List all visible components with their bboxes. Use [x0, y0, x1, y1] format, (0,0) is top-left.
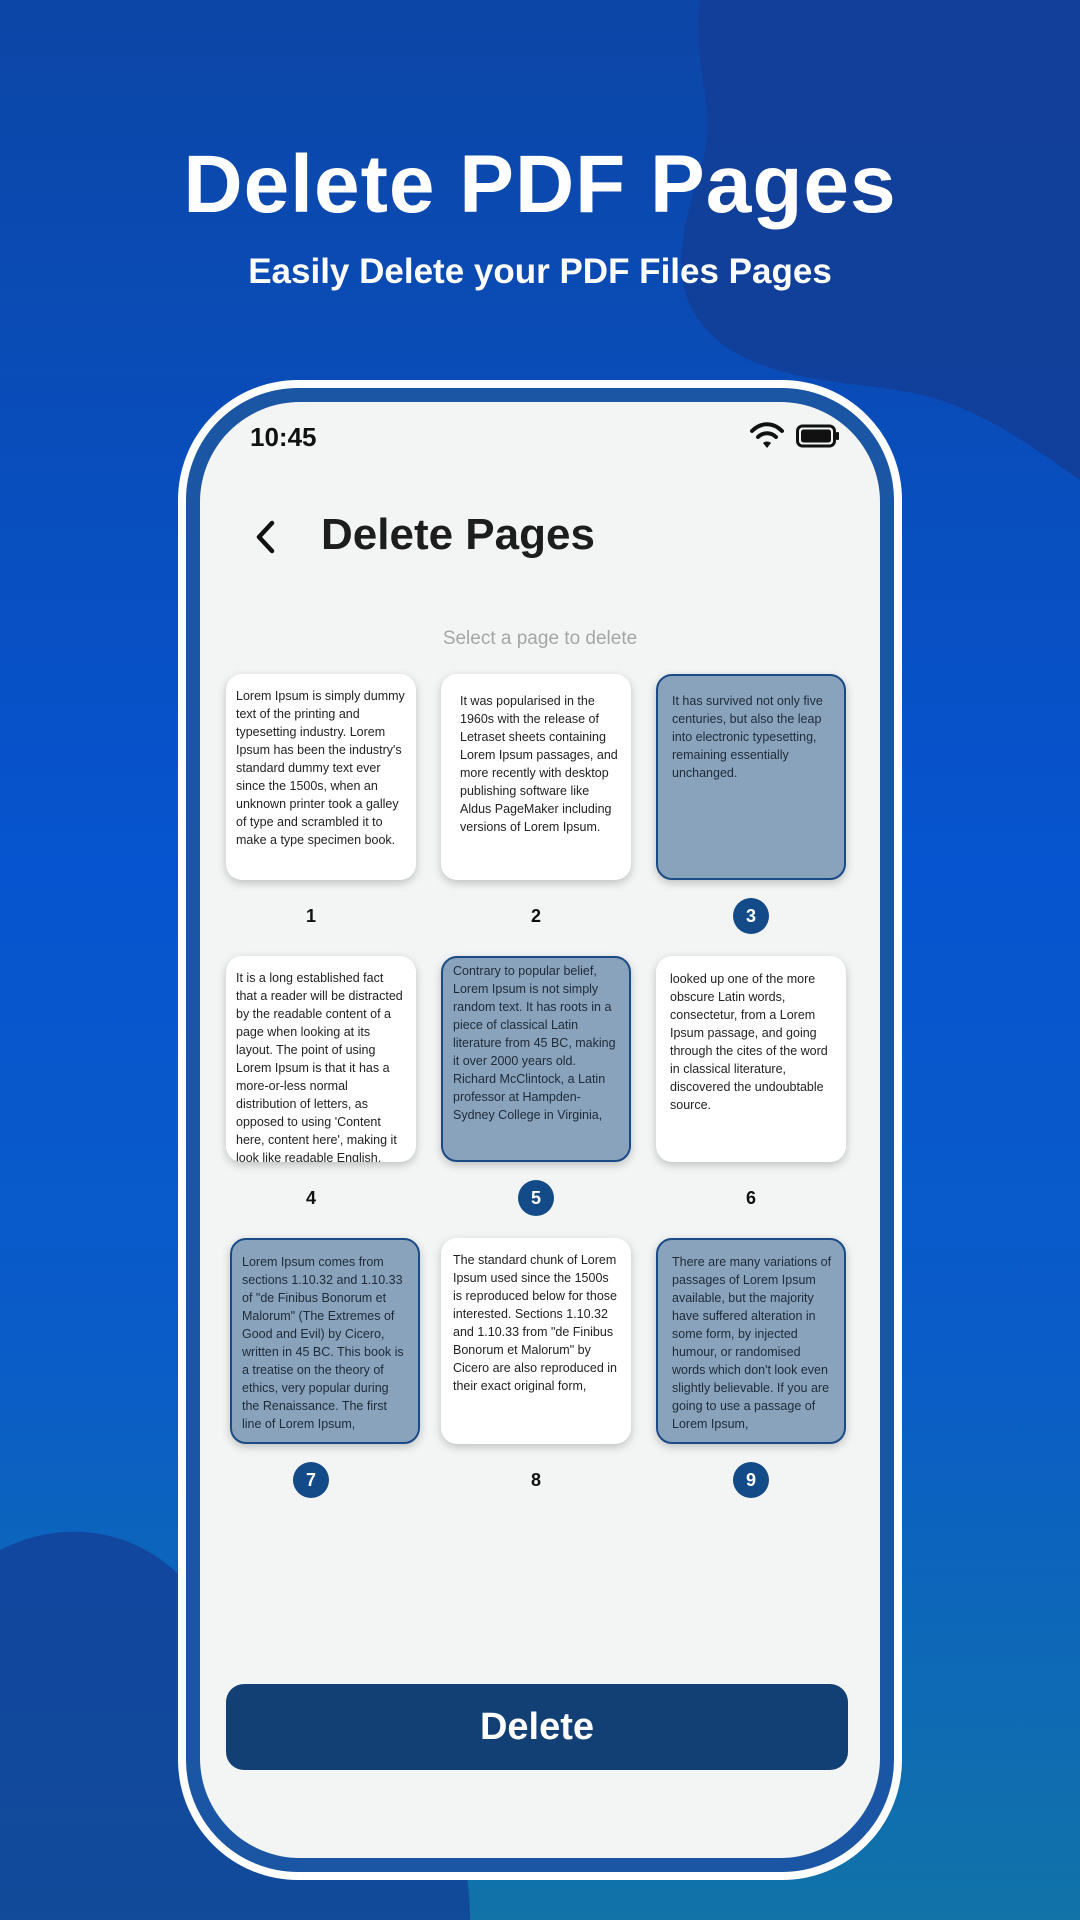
page-text: Lorem Ipsum is simply dummy text of the …	[236, 689, 405, 847]
page-text: It was popularised in the 1960s with the…	[460, 694, 618, 834]
phone-frame: 10:45 Delete Pages Select a page to dele…	[178, 380, 902, 1880]
page-thumbnail-4[interactable]: It is a long established fact that a rea…	[226, 956, 416, 1162]
screen-title: Delete Pages	[321, 510, 595, 559]
page-text: looked up one of the more obscure Latin …	[670, 972, 828, 1112]
delete-button[interactable]: Delete	[226, 1684, 848, 1770]
wifi-icon	[750, 422, 784, 448]
page-number-3: 3	[733, 898, 769, 934]
status-icons	[750, 422, 840, 450]
select-page-hint: Select a page to delete	[442, 628, 638, 649]
phone-screen: 10:45 Delete Pages Select a page to dele…	[200, 402, 880, 1858]
page-number-4: 4	[305, 1187, 316, 1208]
page-thumbnail-6[interactable]: looked up one of the more obscure Latin …	[656, 956, 846, 1162]
hero-title: Delete PDF Pages	[183, 139, 897, 230]
page-number-5: 5	[518, 1180, 554, 1216]
page-thumbnail-2[interactable]: It was popularised in the 1960s with the…	[441, 674, 631, 880]
page-thumbnail-5[interactable]: Contrary to popular belief, Lorem Ipsum …	[441, 956, 631, 1162]
hero-subtitle: Easily Delete your PDF Files Pages	[248, 252, 832, 291]
page-thumbnail-1[interactable]: Lorem Ipsum is simply dummy text of the …	[226, 674, 416, 880]
page-thumbnail-8[interactable]: The standard chunk of Lorem Ipsum used s…	[441, 1238, 631, 1444]
page-text: Lorem Ipsum comes from sections 1.10.32 …	[242, 1255, 404, 1431]
page-number-7: 7	[293, 1462, 329, 1498]
page-text: It has survived not only five centuries,…	[672, 694, 823, 780]
page-text: The standard chunk of Lorem Ipsum used s…	[453, 1253, 617, 1393]
page-text: Contrary to popular belief, Lorem Ipsum …	[453, 964, 616, 1122]
page-number-6: 6	[745, 1187, 756, 1208]
page-thumbnail-9[interactable]: There are many variations of passages of…	[656, 1238, 846, 1444]
page-thumbnail-7[interactable]: Lorem Ipsum comes from sections 1.10.32 …	[230, 1238, 420, 1444]
page-number-9: 9	[733, 1462, 769, 1498]
battery-icon	[796, 424, 839, 448]
page-text: It is a long established fact that a rea…	[236, 971, 403, 1162]
page-number-8: 8	[530, 1469, 541, 1490]
page-number-1: 1	[305, 905, 316, 926]
chevron-left-icon	[256, 520, 275, 554]
status-time: 10:45	[250, 422, 317, 452]
page-text: There are many variations of passages of…	[672, 1255, 832, 1431]
page-thumbnail-3[interactable]: It has survived not only five centuries,…	[656, 674, 846, 880]
back-button[interactable]	[240, 512, 290, 562]
page-number-2: 2	[530, 905, 541, 926]
